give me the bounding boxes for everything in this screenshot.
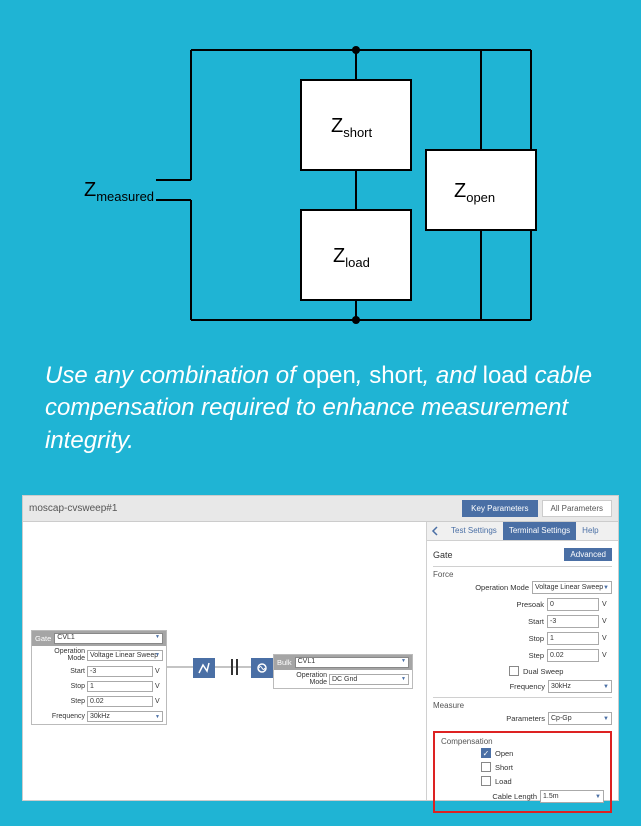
lb-step-unit: V (155, 698, 163, 705)
rp-stop-input[interactable]: 1 (547, 632, 599, 645)
dual-sweep-label: Dual Sweep (523, 667, 563, 676)
gate-block: Gate CVL1 Operation Mode Voltage Linear … (31, 630, 167, 725)
back-icon[interactable] (427, 522, 445, 540)
bulk-block-header: Bulk CVL1 (274, 655, 412, 670)
rp-freq-label: Frequency (479, 682, 545, 691)
lb-stop-label: Stop (35, 683, 85, 690)
rp-presoak-unit: V (602, 601, 612, 608)
force-label: Force (433, 566, 612, 579)
bulk-opmode-label: Operation Mode (277, 672, 327, 686)
advanced-button[interactable]: Advanced (564, 548, 612, 561)
short-check-label: Short (495, 763, 513, 772)
svg-text:Zmeasured: Zmeasured (84, 179, 154, 204)
tab-key-parameters[interactable]: Key Parameters (462, 500, 537, 517)
rp-start-unit: V (602, 618, 612, 625)
rp-freq-select[interactable]: 30kHz (548, 680, 612, 693)
screenshot-header: moscap-cvsweep#1 Key Parameters All Para… (23, 496, 618, 522)
load-check-label: Load (495, 777, 512, 786)
circuit-svg: Zshort Zload Zopen Zmeasured (61, 0, 581, 340)
lb-step-label: Step (35, 698, 85, 705)
dual-sweep-checkbox[interactable] (509, 666, 519, 676)
tab-terminal-settings[interactable]: Terminal Settings (503, 522, 576, 540)
open-check-label: Open (495, 749, 513, 758)
rp-stop-unit: V (602, 635, 612, 642)
lb-start-input[interactable]: -3 (87, 666, 153, 677)
tab-test-settings[interactable]: Test Settings (445, 522, 503, 540)
cable-length-label: Cable Length (471, 792, 537, 801)
bulk-block-label: Bulk (277, 658, 292, 667)
bulk-opmode-select[interactable]: DC Gnd (329, 674, 409, 685)
cap-p6: load (483, 362, 528, 389)
lb-start-unit: V (155, 668, 163, 675)
right-panel-tabs: Test Settings Terminal Settings Help (427, 522, 618, 541)
z-load-sub: load (345, 255, 370, 270)
tab-help[interactable]: Help (576, 522, 604, 540)
bulk-block: Bulk CVL1 Operation Mode DC Gnd (273, 654, 413, 689)
lb-stop-input[interactable]: 1 (87, 681, 153, 692)
lb-start-label: Start (35, 668, 85, 675)
rp-step-input[interactable]: 0.02 (547, 649, 599, 662)
right-panel: Test Settings Terminal Settings Help Gat… (426, 522, 618, 800)
measure-label: Measure (433, 697, 612, 710)
load-checkbox[interactable] (481, 776, 491, 786)
rp-start-label: Start (478, 617, 544, 626)
screenshot-title: moscap-cvsweep#1 (29, 503, 117, 514)
capacitor-icon (223, 656, 245, 678)
z-measured-sub: measured (96, 189, 154, 204)
open-checkbox[interactable]: ✓ (481, 748, 491, 758)
rp-params-select[interactable]: Cp-Gp (548, 712, 612, 725)
lb-opmode-select[interactable]: Voltage Linear Sweep (87, 650, 163, 661)
lb-stop-unit: V (155, 683, 163, 690)
short-checkbox[interactable] (481, 762, 491, 772)
cap-p1: Use any combination of (45, 362, 302, 389)
diagram-canvas: Gate CVL1 Operation Mode Voltage Linear … (23, 522, 426, 800)
cap-p4: short (369, 362, 422, 389)
gate-block-header: Gate CVL1 (32, 631, 166, 646)
rp-presoak-label: Presoak (478, 600, 544, 609)
rp-step-unit: V (602, 652, 612, 659)
circuit-diagram: Zshort Zload Zopen Zmeasured (0, 0, 641, 340)
lb-freq-select[interactable]: 30kHz (87, 711, 163, 722)
meter-icon (251, 658, 273, 678)
tab-all-parameters[interactable]: All Parameters (542, 500, 612, 517)
lb-opmode-label: Operation Mode (35, 648, 85, 662)
app-screenshot: moscap-cvsweep#1 Key Parameters All Para… (22, 495, 619, 801)
rp-opmode-select[interactable]: Voltage Linear Sweep (532, 581, 612, 594)
cap-p2: open (302, 362, 355, 389)
z-open-sub: open (466, 190, 495, 205)
z-short-sub: short (343, 125, 372, 140)
compensation-label: Compensation (441, 737, 604, 746)
z-open-label: Z (454, 180, 466, 202)
cap-p5: , and (423, 362, 483, 389)
z-load-label: Z (333, 245, 345, 267)
cable-length-select[interactable]: 1.5m (540, 790, 604, 803)
gate-block-label: Gate (35, 634, 51, 643)
lb-freq-label: Frequency (35, 713, 85, 720)
source-icon (193, 658, 215, 678)
lb-step-input[interactable]: 0.02 (87, 696, 153, 707)
rp-presoak-input[interactable]: 0 (547, 598, 599, 611)
rp-stop-label: Stop (478, 634, 544, 643)
rp-step-label: Step (478, 651, 544, 660)
rp-opmode-label: Operation Mode (463, 583, 529, 592)
bulk-channel-select[interactable]: CVL1 (295, 657, 409, 668)
compensation-group: Compensation ✓ Open Short Load Cable (433, 731, 612, 813)
z-short-label: Z (331, 115, 343, 137)
rp-start-input[interactable]: -3 (547, 615, 599, 628)
caption-text: Use any combination of open, short, and … (0, 340, 641, 467)
z-measured-label: Z (84, 179, 96, 201)
gate-channel-select[interactable]: CVL1 (54, 633, 163, 644)
rp-gate-label: Gate (433, 550, 453, 560)
rp-params-label: Parameters (479, 714, 545, 723)
cap-p3: , (356, 362, 369, 389)
